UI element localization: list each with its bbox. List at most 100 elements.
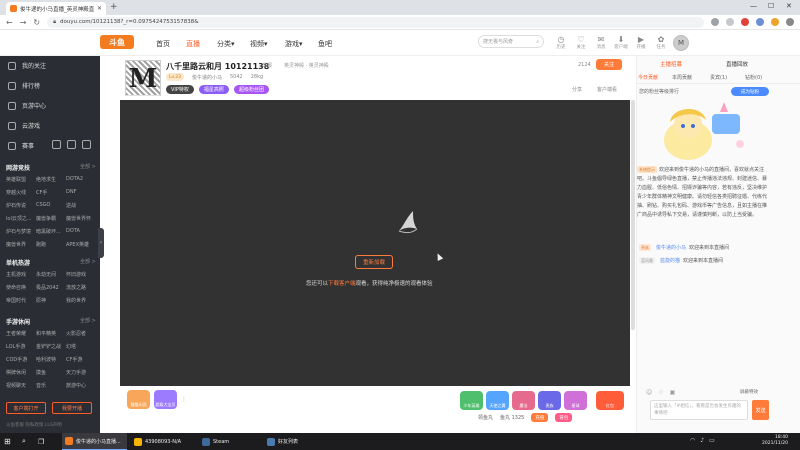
sidebar-item-rank[interactable]: 排行榜 <box>8 81 40 90</box>
collapse-sidebar-button[interactable]: ‹ <box>98 228 104 258</box>
scrollbar[interactable] <box>631 100 635 330</box>
battery-icon[interactable]: ▭ <box>709 437 715 444</box>
search-icon[interactable]: ⌕ <box>536 39 539 45</box>
taskbar-item-obs[interactable]: 43908093-N/A <box>131 433 196 450</box>
category-link[interactable]: COD手游 <box>6 356 36 363</box>
category-link[interactable]: 穿越火线 <box>6 189 36 196</box>
category-link[interactable]: 永劫无间 <box>36 271 66 278</box>
taskbar-item-browser[interactable]: 俊牛递的小马直播... <box>62 433 127 450</box>
room-cover[interactable]: M <box>125 60 161 97</box>
recharge-button[interactable]: 充值 <box>531 413 549 422</box>
gift-item[interactable]: 超级大宝贝 <box>154 390 177 409</box>
category-link[interactable]: 流放之路 <box>66 284 96 291</box>
category-link[interactable]: 帝国时代 <box>6 297 36 304</box>
follow-button[interactable]: 关注 <box>596 59 622 70</box>
category-link[interactable]: DOTA2 <box>66 176 96 183</box>
category-link[interactable]: 绝地求生 <box>36 176 66 183</box>
maximize-button[interactable]: ☐ <box>768 2 774 10</box>
category-link[interactable]: 天刀手游 <box>66 369 96 376</box>
nav-fishbar[interactable]: 鱼吧 <box>318 39 332 49</box>
douyu-logo[interactable]: 斗鱼 <box>100 35 134 49</box>
taskbar-item-friends[interactable]: 好友列表 <box>264 433 324 450</box>
bookmark-icon[interactable] <box>726 18 734 26</box>
forward-icon[interactable]: → <box>20 18 27 27</box>
header-history[interactable]: ◷ 历史 <box>550 35 572 50</box>
nav-video[interactable]: 视频▾ <box>250 39 268 49</box>
extension-icon[interactable] <box>741 18 749 26</box>
minimize-button[interactable]: — <box>750 2 757 10</box>
category-link[interactable]: CF手 <box>36 189 66 196</box>
open-client-button[interactable]: 客户端打开 <box>6 402 46 414</box>
tab-today[interactable]: 今日贡献 <box>638 74 658 81</box>
color-icon[interactable]: ▣ <box>670 389 676 396</box>
fortune-badge[interactable]: 福星高照 <box>198 85 229 94</box>
more-icon[interactable] <box>82 140 91 149</box>
chat-username[interactable]: 俊牛递的小马 <box>656 244 686 251</box>
video-player[interactable] <box>120 100 630 386</box>
gift-item[interactable]: 魔法 <box>512 391 535 410</box>
tab-replay[interactable]: 直播回放 <box>726 60 748 68</box>
claim-fishball-button[interactable]: 领鱼丸 <box>478 414 493 421</box>
gift-item[interactable]: 星球 <box>564 391 587 410</box>
translate-icon[interactable] <box>711 18 719 26</box>
category-link[interactable]: 火影忍者 <box>66 330 96 337</box>
category-link[interactable]: CSGO <box>36 202 66 209</box>
category-link[interactable]: 魔兽世界 <box>6 241 36 248</box>
nav-games[interactable]: 游戏▾ <box>285 39 303 49</box>
streamer-name[interactable]: 俊牛递的小马 <box>192 74 222 81</box>
url-field[interactable]: 🔒︎ douyu.com/10121138?_r=0.0975424753157… <box>47 16 704 28</box>
category-link[interactable]: 炉石与梦境 <box>6 228 36 235</box>
tab-recruit[interactable]: 主播招募 <box>660 60 682 68</box>
nav-home[interactable]: 首页 <box>156 39 170 49</box>
chat-input[interactable]: 这里输入「#相信」，看看是否会发生有趣的事情吧 <box>650 400 748 420</box>
header-live[interactable]: ▶ 开播 <box>630 35 652 50</box>
tab-week[interactable]: 本周贡献 <box>672 74 692 81</box>
category-link[interactable]: 暗黑破坏... <box>36 228 66 235</box>
category-link[interactable]: DNF <box>66 189 96 196</box>
category-link[interactable]: 魔兽世界怀 <box>66 215 96 222</box>
clock[interactable]: 18:40 2021/11/20 <box>762 435 788 447</box>
category-link[interactable]: 炉石传说 <box>6 202 36 209</box>
category-link[interactable]: 视频聊天 <box>6 382 36 389</box>
category-link[interactable]: CF手游 <box>66 356 96 363</box>
close-window-button[interactable]: ✕ <box>786 2 792 10</box>
task-view-icon[interactable]: ❐ <box>38 433 44 450</box>
report-link[interactable]: 举报 <box>262 62 272 69</box>
category-link[interactable]: 怀旧游戏 <box>66 271 96 278</box>
wifi-icon[interactable]: ◠ <box>690 437 695 444</box>
category-link[interactable]: 旅游中心 <box>66 382 96 389</box>
category-link[interactable]: APEX英雄 <box>66 241 96 248</box>
avatar[interactable]: M <box>673 35 689 51</box>
share-button[interactable]: 分享 <box>572 86 582 93</box>
header-follow[interactable]: ♡ 关注 <box>570 35 592 50</box>
gift-item[interactable]: 猫猫乐园 <box>127 390 150 409</box>
new-tab-button[interactable]: + <box>110 3 118 12</box>
category-link[interactable]: 魔兽争霸 <box>36 215 66 222</box>
chat-username[interactable]: 蓝旋的猫 <box>660 257 680 264</box>
gift-item[interactable]: 天使之翼 <box>486 391 509 410</box>
header-download[interactable]: ⬇ 客户端 <box>610 35 632 50</box>
gift-item[interactable]: 少年英雄 <box>460 391 483 410</box>
browser-tab[interactable]: 俊牛递的小马直播_英灵神殿直播 ✕ <box>6 2 106 15</box>
category-link[interactable]: 英雄联盟 <box>6 176 36 183</box>
nav-live[interactable]: 直播 <box>186 39 200 49</box>
category-link[interactable]: 跑跑 <box>36 241 66 248</box>
tab-vip[interactable]: 贵宾(1) <box>710 74 727 81</box>
category-link[interactable]: 主机游戏 <box>6 271 36 278</box>
category-link[interactable]: 和平精英 <box>36 330 66 337</box>
category-link[interactable]: 使命召唤 <box>6 284 36 291</box>
category-link[interactable]: 幻塔 <box>66 343 96 350</box>
gift-item[interactable]: 红包 <box>596 391 624 410</box>
vip-badge[interactable]: VIP特权 <box>166 85 194 94</box>
close-tab-icon[interactable]: ✕ <box>97 5 102 12</box>
reload-icon[interactable]: ↻ <box>33 18 40 27</box>
start-button[interactable]: ⊞ <box>4 433 11 450</box>
sidebar-item-cloudgame[interactable]: 云游戏 <box>8 121 40 130</box>
room-category[interactable]: 英灵神殿 · 英灵神殿 <box>284 62 329 69</box>
category-link[interactable]: DOTA <box>66 228 96 235</box>
download-client-link[interactable]: 下载客户端 <box>328 281 356 287</box>
menu-icon[interactable] <box>786 18 794 26</box>
start-stream-button[interactable]: 我要开播 <box>52 402 92 414</box>
sidebar-footer[interactable]: 斗鱼客服 隐私政策 LLS声明 <box>6 422 62 428</box>
profile-icon[interactable] <box>771 18 779 26</box>
